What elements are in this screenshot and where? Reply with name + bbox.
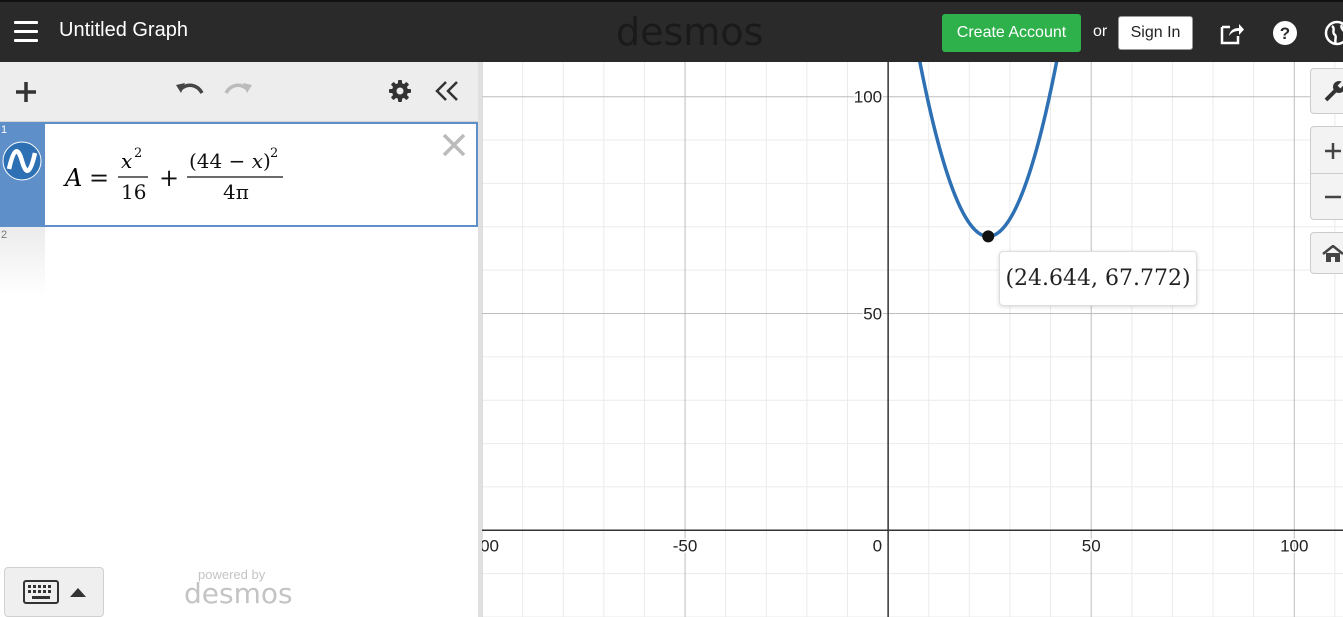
graph-paper[interactable]: -100 -50 0 50 100 100 50 <box>482 62 1343 617</box>
expression-row-1[interactable]: 1 A = x 2 16 + (44 − x) 2 4π <box>0 122 478 227</box>
settings-gear-icon[interactable] <box>388 79 412 103</box>
caret-up-icon <box>70 588 86 597</box>
graph-visibility-icon[interactable] <box>2 141 42 181</box>
expression-row-2[interactable]: 2 <box>0 227 45 297</box>
x-tick-label: -50 <box>673 536 698 555</box>
wrench-icon <box>1324 80 1343 102</box>
expression-1-color-tab[interactable]: 1 <box>0 122 45 227</box>
svg-text:=: = <box>89 164 109 192</box>
svg-text:2: 2 <box>270 146 278 161</box>
language-globe-icon[interactable] <box>1323 19 1343 47</box>
menu-icon[interactable] <box>14 21 38 42</box>
svg-text:(44 − x): (44 − x) <box>189 149 271 173</box>
expression-1-formula: A = x 2 16 + (44 − x) 2 4π <box>63 146 283 204</box>
sign-in-button[interactable]: Sign In <box>1118 16 1193 50</box>
expression-list: 1 A = x 2 16 + (44 − x) 2 4π 2 powered b… <box>0 62 478 617</box>
expression-number: 1 <box>1 124 8 136</box>
zoom-in-icon[interactable] <box>1323 141 1343 161</box>
graph-canvas[interactable]: -100 -50 0 50 100 100 50 <box>482 62 1343 617</box>
x-tick-label: -100 <box>482 536 499 555</box>
default-viewport-button[interactable] <box>1310 232 1343 274</box>
expression-toolbar <box>0 62 478 122</box>
graph-title[interactable]: Untitled Graph <box>59 19 188 42</box>
delete-expression-icon[interactable] <box>441 132 467 158</box>
add-item-icon[interactable] <box>14 80 38 104</box>
share-icon[interactable] <box>1218 19 1246 47</box>
point-coordinate-label: (24.644, 67.772) <box>999 251 1197 306</box>
expression-1-input[interactable]: A = x 2 16 + (44 − x) 2 4π <box>45 122 478 227</box>
keyboard-icon <box>23 580 59 604</box>
x-tick-label: 50 <box>1082 536 1101 555</box>
expression-number: 2 <box>1 229 8 241</box>
collapse-list-icon[interactable] <box>434 79 460 103</box>
svg-text:16: 16 <box>121 180 146 204</box>
parabola-curve[interactable] <box>912 62 1064 239</box>
svg-text:x: x <box>121 149 132 173</box>
powered-by-desmos-logo: desmos <box>184 577 293 610</box>
x-tick-label: 0 <box>873 536 882 555</box>
svg-text:2: 2 <box>134 146 142 161</box>
help-icon[interactable]: ? <box>1271 19 1299 47</box>
or-label: or <box>1093 23 1108 40</box>
zoom-out-icon[interactable] <box>1323 187 1343 207</box>
zoom-controls <box>1310 126 1343 220</box>
x-tick-label: 100 <box>1280 536 1308 555</box>
home-icon <box>1322 245 1343 262</box>
keypad-toggle-button[interactable] <box>4 567 104 617</box>
minimum-point[interactable] <box>982 230 995 243</box>
svg-text:?: ? <box>1280 24 1290 43</box>
desmos-logo: desmos <box>616 10 764 54</box>
top-bar: Untitled Graph desmos Create Account or … <box>0 0 1343 62</box>
svg-text:A: A <box>63 164 82 192</box>
redo-icon[interactable] <box>223 80 253 102</box>
create-account-button[interactable]: Create Account <box>942 14 1081 52</box>
y-tick-label: 100 <box>854 88 882 107</box>
svg-text:4π: 4π <box>223 180 249 204</box>
zoom-divider <box>1311 173 1343 174</box>
graph-settings-button[interactable] <box>1310 68 1343 114</box>
svg-text:+: + <box>159 164 179 192</box>
undo-icon[interactable] <box>175 80 205 102</box>
y-tick-label: 50 <box>863 304 882 323</box>
